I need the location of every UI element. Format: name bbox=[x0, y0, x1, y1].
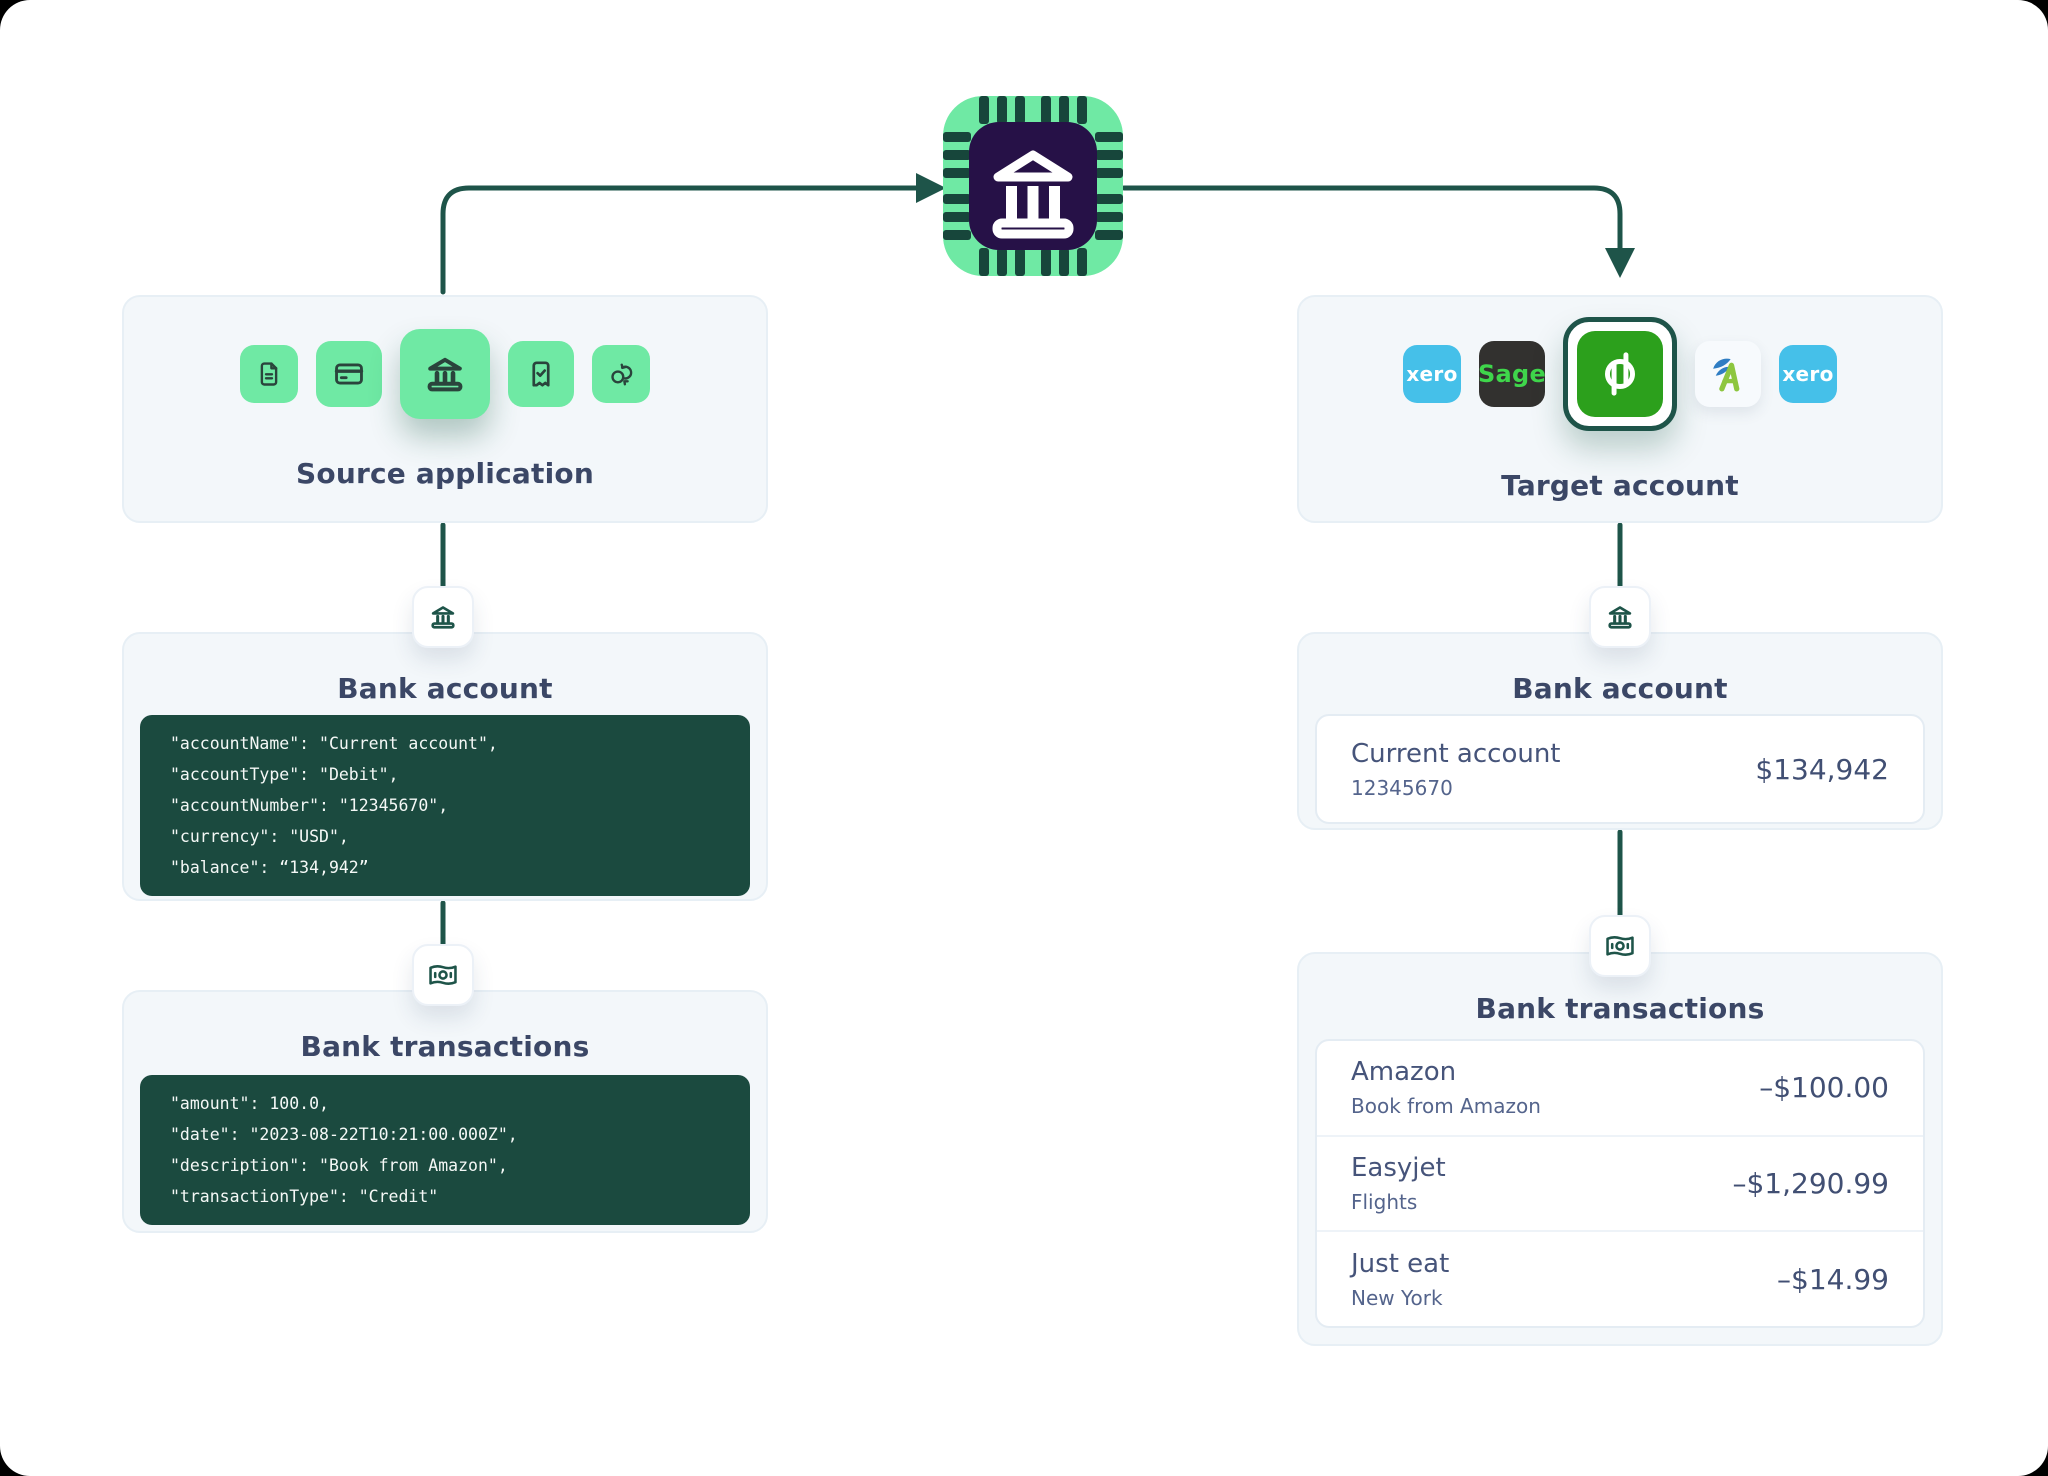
code-line: "amount": 100.0, bbox=[170, 1088, 720, 1119]
target-bank-transactions-card: Bank transactions Amazon Book from Amazo… bbox=[1297, 952, 1943, 1346]
account-name: Current account bbox=[1351, 739, 1561, 769]
code-line: "accountName": "Current account", bbox=[170, 728, 720, 759]
source-bank-account-card: Bank account "accountName": "Current acc… bbox=[122, 632, 768, 901]
code-line: "date": "2023-08-22T10:21:00.000Z", bbox=[170, 1119, 720, 1150]
freeagent-app-icon bbox=[1695, 341, 1761, 407]
arrowhead-right bbox=[916, 173, 946, 203]
code-line: "transactionType": "Credit" bbox=[170, 1181, 720, 1212]
account-balance: $134,942 bbox=[1755, 753, 1889, 786]
arrow-source-to-hub bbox=[443, 188, 916, 292]
code-line: "currency": "USD", bbox=[170, 821, 720, 852]
bank-account-title: Bank account bbox=[124, 672, 766, 705]
transaction-name: Easyjet bbox=[1351, 1153, 1446, 1183]
arrowhead-down bbox=[1605, 248, 1635, 278]
document-icon bbox=[240, 345, 298, 403]
xero-label: xero bbox=[1782, 362, 1833, 386]
bank-icon-badge bbox=[412, 586, 474, 648]
account-number: 12345670 bbox=[1351, 776, 1561, 800]
transactions-list: Amazon Book from Amazon –$100.00 Easyjet… bbox=[1315, 1039, 1925, 1328]
receipt-check-icon bbox=[508, 341, 574, 407]
transaction-description: Book from Amazon bbox=[1351, 1094, 1541, 1118]
code-line: "accountNumber": "12345670", bbox=[170, 790, 720, 821]
target-bank-account-card: Bank account Current account 12345670 $1… bbox=[1297, 632, 1943, 830]
banknote-icon-badge bbox=[1589, 915, 1651, 977]
xero-label: xero bbox=[1406, 362, 1457, 386]
source-application-panel: Source application bbox=[122, 295, 768, 523]
target-panel-title: Target account bbox=[1501, 469, 1739, 502]
transaction-description: New York bbox=[1351, 1286, 1449, 1310]
code-line: "balance": “134,942” bbox=[170, 852, 720, 883]
target-account-panel: xero Sage bbox=[1297, 295, 1943, 523]
sage-label: Sage bbox=[1478, 360, 1546, 388]
transaction-amount: –$100.00 bbox=[1759, 1071, 1889, 1104]
source-icon-row bbox=[240, 329, 650, 419]
bank-transactions-title: Bank transactions bbox=[1299, 992, 1941, 1025]
arrow-hub-to-target bbox=[1124, 188, 1620, 248]
code-line: "description": "Book from Amazon", bbox=[170, 1150, 720, 1181]
transaction-amount: –$14.99 bbox=[1777, 1263, 1889, 1296]
bank-account-code-block: "accountName": "Current account", "accou… bbox=[140, 715, 750, 896]
transaction-row: Just eat New York –$14.99 bbox=[1317, 1232, 1923, 1326]
bank-chip-icon bbox=[943, 96, 1123, 276]
sync-icon bbox=[592, 345, 650, 403]
bank-transactions-code-block: "amount": 100.0, "date": "2023-08-22T10:… bbox=[140, 1075, 750, 1225]
bank-icon-badge bbox=[1589, 586, 1651, 648]
bank-transactions-title: Bank transactions bbox=[124, 1030, 766, 1063]
banknote-icon-badge bbox=[412, 944, 474, 1006]
xero-app-icon: xero bbox=[1403, 345, 1461, 403]
source-bank-transactions-card: Bank transactions "amount": 100.0, "date… bbox=[122, 990, 768, 1233]
quickbooks-app-icon-selected bbox=[1563, 317, 1677, 431]
transaction-row: Amazon Book from Amazon –$100.00 bbox=[1317, 1041, 1923, 1137]
current-account-row: Current account 12345670 $134,942 bbox=[1315, 714, 1925, 824]
bank-account-title: Bank account bbox=[1299, 672, 1941, 705]
bank-icon bbox=[400, 329, 490, 419]
quickbooks-logo bbox=[1577, 331, 1663, 417]
xero-app-icon: xero bbox=[1779, 345, 1837, 403]
sage-app-icon: Sage bbox=[1479, 341, 1545, 407]
transaction-amount: –$1,290.99 bbox=[1732, 1167, 1889, 1200]
transaction-row: Easyjet Flights –$1,290.99 bbox=[1317, 1137, 1923, 1233]
transaction-description: Flights bbox=[1351, 1190, 1446, 1214]
transaction-name: Just eat bbox=[1351, 1249, 1449, 1279]
credit-card-icon bbox=[316, 341, 382, 407]
target-app-row: xero Sage bbox=[1403, 317, 1837, 431]
transaction-name: Amazon bbox=[1351, 1057, 1541, 1087]
code-line: "accountType": "Debit", bbox=[170, 759, 720, 790]
diagram-canvas: Source application xero Sage bbox=[0, 0, 2048, 1476]
source-panel-title: Source application bbox=[296, 457, 594, 490]
